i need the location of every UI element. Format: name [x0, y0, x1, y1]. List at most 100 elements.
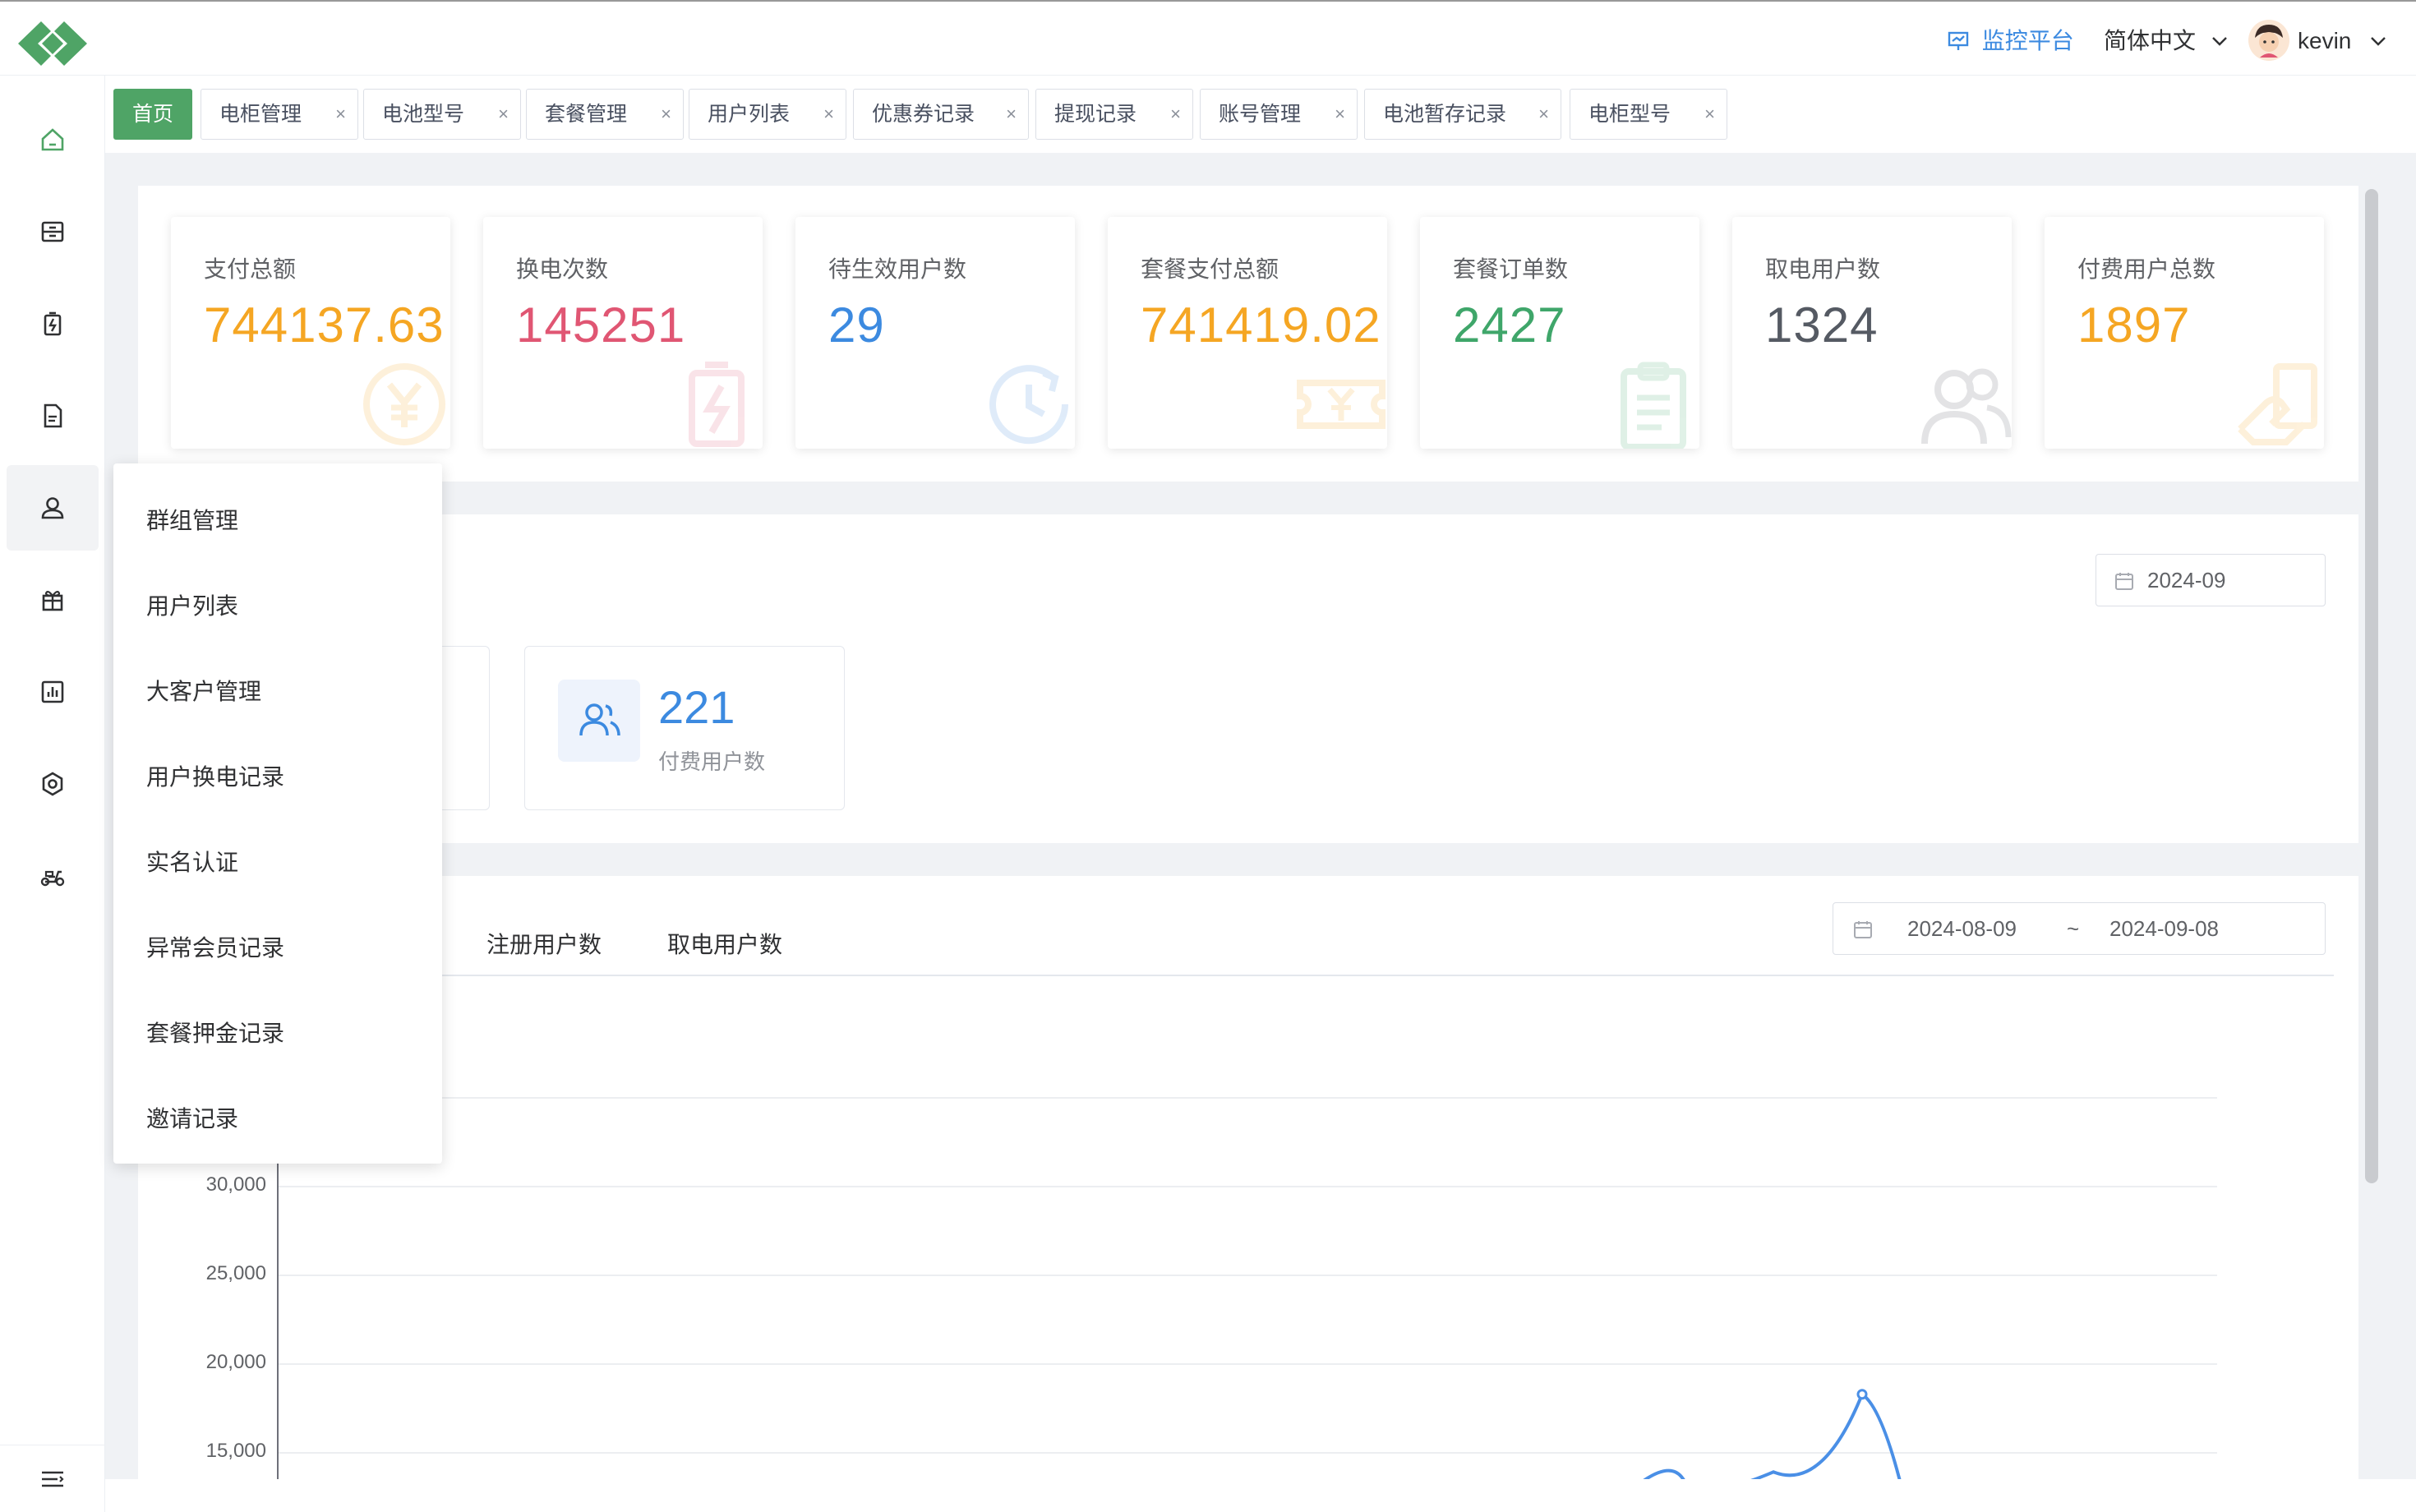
submenu-item-major-clients[interactable]: 大客户管理 — [146, 674, 261, 707]
tab-label: 优惠券记录 — [872, 103, 975, 126]
calendar-icon — [2115, 573, 2133, 590]
submenu-item-invite-records[interactable]: 邀请记录 — [146, 1101, 238, 1134]
settings-icon — [42, 772, 63, 796]
tab-label: 账号管理 — [1219, 103, 1302, 126]
language-selector[interactable]: 简体中文 — [2104, 26, 2229, 56]
scrollbar[interactable] — [2365, 189, 2378, 1183]
sidebar-collapse-button[interactable] — [0, 1445, 105, 1512]
tab-package-management[interactable]: 套餐管理 × — [526, 89, 684, 140]
user-menu[interactable]: kevin — [2298, 26, 2387, 56]
tab-cabinet-management[interactable]: 电柜管理 × — [201, 89, 358, 140]
close-icon[interactable]: × — [498, 90, 509, 139]
stat-card-swap-count: 换电次数 145251 — [483, 217, 763, 449]
sidebar-item-battery[interactable] — [7, 281, 99, 366]
line-chart-svg — [277, 1060, 2217, 1512]
tab-coupon-records[interactable]: 优惠券记录 × — [853, 89, 1029, 140]
calendar-icon — [1854, 921, 1872, 938]
date-range-end[interactable]: 2024-09-08 — [2109, 916, 2219, 942]
stat-value: 744137.63 — [204, 297, 445, 353]
submenu-item-abnormal-members[interactable]: 异常会员记录 — [146, 930, 284, 963]
tab-cabinet-model[interactable]: 电柜型号 × — [1570, 89, 1727, 140]
sidebar — [0, 76, 105, 1512]
tab-account-management[interactable]: 账号管理 × — [1200, 89, 1358, 140]
submenu-item-real-name-auth[interactable]: 实名认证 — [146, 845, 238, 878]
submenu-item-user-list[interactable]: 用户列表 — [146, 588, 238, 621]
scooter-icon — [40, 870, 65, 887]
close-icon[interactable]: × — [1170, 90, 1181, 139]
sidebar-item-home[interactable] — [7, 97, 99, 182]
stat-label: 换电次数 — [516, 256, 609, 282]
stat-value: 145251 — [516, 297, 686, 353]
sidebar-item-gift[interactable] — [7, 557, 99, 643]
date-range-separator: ~ — [2067, 916, 2080, 941]
stat-card-package-payment: 套餐支付总额 741419.02 — [1108, 217, 1387, 449]
stat-label: 套餐订单数 — [1453, 256, 1569, 282]
sidebar-item-document[interactable] — [7, 373, 99, 459]
tab-registered-users[interactable]: 注册用户数 — [486, 927, 602, 960]
sidebar-item-cabinet[interactable] — [7, 189, 99, 274]
username: kevin — [2298, 28, 2352, 53]
gift-icon — [42, 590, 63, 611]
user-icon — [41, 497, 64, 519]
chart-icon — [41, 680, 64, 703]
tabs-divider — [164, 975, 2334, 976]
monitor-platform-label: 监控平台 — [1981, 28, 2074, 53]
month-picker[interactable]: 2024-09 — [2096, 554, 2326, 606]
close-icon[interactable]: × — [1335, 90, 1345, 139]
footer-strip — [105, 1479, 2416, 1512]
users-icon — [1921, 368, 2012, 445]
home-icon — [41, 128, 64, 151]
sidebar-item-user[interactable] — [7, 465, 99, 551]
tab-label: 提现记录 — [1054, 103, 1137, 126]
close-icon[interactable]: × — [1704, 90, 1715, 139]
menu-fold-icon — [42, 1471, 64, 1487]
battery-charge-icon — [689, 362, 745, 447]
stat-label: 待生效用户数 — [828, 256, 967, 282]
monitor-platform-link[interactable]: 监控平台 — [1948, 26, 2074, 56]
stat-label: 付费用户总数 — [2077, 256, 2216, 282]
month-picker-value: 2024-09 — [2147, 568, 2226, 592]
chevron-down-icon — [2211, 37, 2227, 46]
y-tick-label: 30,000 — [205, 1173, 266, 1196]
tab-label: 电柜管理 — [219, 103, 302, 126]
tab-battery-model[interactable]: 电池型号 × — [363, 89, 521, 140]
close-icon[interactable]: × — [823, 90, 834, 139]
close-icon[interactable]: × — [1538, 90, 1549, 139]
tab-power-users[interactable]: 取电用户数 — [667, 927, 782, 960]
ticket-icon — [1297, 380, 1386, 429]
sidebar-item-statistics[interactable] — [7, 649, 99, 735]
date-range-picker[interactable]: 2024-08-09 ~ 2024-09-08 — [1833, 902, 2326, 955]
date-range-start[interactable]: 2024-08-09 — [1907, 916, 2017, 942]
pay-icon — [2238, 363, 2317, 445]
y-tick-label: 20,000 — [205, 1351, 266, 1373]
stat-label: 取电用户数 — [1765, 256, 1881, 282]
submenu-item-group-management[interactable]: 群组管理 — [146, 503, 238, 536]
stat-value: 2427 — [1453, 297, 1566, 353]
tab-user-list[interactable]: 用户列表 × — [689, 89, 846, 140]
tab-withdrawal-records[interactable]: 提现记录 × — [1035, 89, 1193, 140]
y-tick-label: 25,000 — [205, 1262, 266, 1284]
tab-battery-storage-records[interactable]: 电池暂存记录 × — [1364, 89, 1561, 140]
submenu-item-deposit-records[interactable]: 套餐押金记录 — [146, 1016, 284, 1049]
stat-card-total-payment: 支付总额 744137.63 — [171, 217, 450, 449]
close-icon[interactable]: × — [661, 90, 671, 139]
stat-value: 741419.02 — [1141, 297, 1381, 353]
stat-card-package-orders: 套餐订单数 2427 — [1420, 217, 1699, 449]
logo[interactable] — [15, 18, 90, 69]
avatar[interactable] — [2248, 20, 2289, 61]
tab-label: 首页 — [132, 103, 174, 126]
close-icon[interactable]: × — [335, 90, 346, 139]
sidebar-item-vehicle[interactable] — [7, 833, 99, 919]
close-icon[interactable]: × — [1006, 90, 1017, 139]
users-icon-box — [558, 680, 640, 762]
line-chart: 30,000 25,000 20,000 15,000 — [138, 1060, 2358, 1512]
sidebar-item-settings[interactable] — [7, 741, 99, 827]
clipboard-icon — [1621, 362, 1686, 449]
tab-home[interactable]: 首页 — [113, 89, 192, 140]
paid-users-label: 付费用户数 — [658, 749, 766, 774]
submenu-item-swap-records[interactable]: 用户换电记录 — [146, 759, 284, 792]
stat-label: 套餐支付总额 — [1141, 256, 1279, 282]
paid-users-box: 221 付费用户数 — [524, 646, 845, 810]
stat-card-paid-users-total: 付费用户总数 1897 — [2045, 217, 2324, 449]
paid-users-value: 221 — [658, 681, 735, 733]
